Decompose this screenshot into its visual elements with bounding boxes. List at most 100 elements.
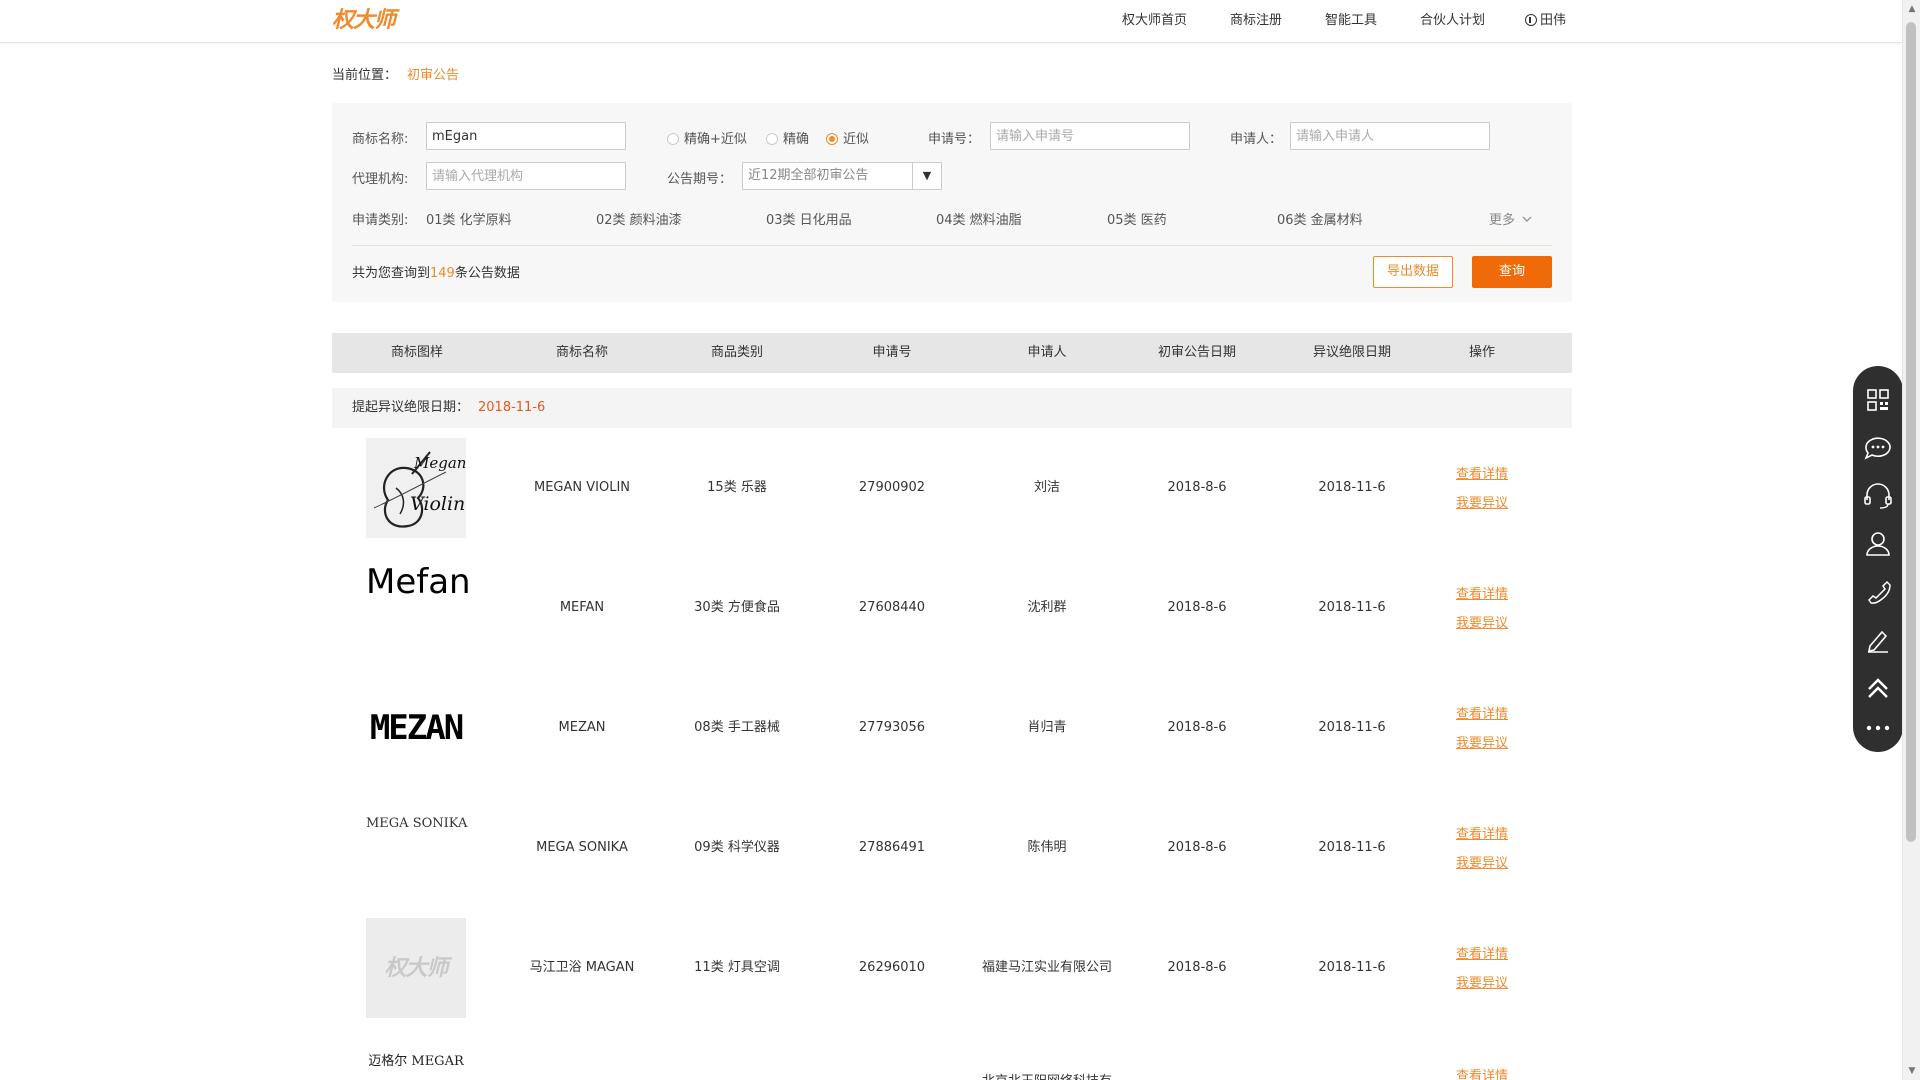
file-objection-link[interactable]: 我要异议	[1412, 972, 1552, 991]
class-option-03[interactable]: 03类 日化用品	[766, 209, 852, 228]
class-option-02[interactable]: 02类 颜料油漆	[596, 209, 682, 228]
chevron-down-icon	[1522, 216, 1532, 222]
chat-icon	[1864, 437, 1891, 460]
trademark-image: 权大师	[366, 918, 466, 1018]
cell-app-no: 27608440	[858, 600, 926, 615]
table-row: 权大师 马江卫浴 MAGAN 11类 灯具空调 26296010 福建马江实业有…	[332, 908, 1572, 1028]
issue-label: 公告期号：	[667, 172, 733, 187]
view-details-link[interactable]: 查看详情	[1412, 1065, 1552, 1080]
page-scrollbar[interactable]: ▲ ▼	[1902, 0, 1920, 1080]
file-objection-link[interactable]: 我要异议	[1412, 612, 1552, 631]
site-logo[interactable]: 权大师	[332, 6, 396, 34]
headset-icon	[1864, 483, 1892, 509]
col-pub-date: 初审公告日期	[1157, 345, 1236, 360]
trademark-mark-text: MEZAN	[369, 708, 464, 748]
cell-app-no: 27886491	[858, 840, 926, 855]
radio-selected-icon	[826, 133, 838, 145]
qrcode-button[interactable]	[1853, 380, 1903, 420]
col-category: 商品类别	[710, 345, 763, 360]
user-avatar-icon	[1525, 14, 1537, 26]
col-applicant: 申请人	[1027, 345, 1067, 360]
cell-category: 15类 乐器	[707, 480, 767, 495]
deadline-group-header: 提起异议绝限日期： 2018-11-6	[332, 388, 1572, 428]
cell-applicant: 肖归青	[1027, 720, 1067, 735]
nav-partner-plan[interactable]: 合伙人计划	[1420, 0, 1485, 42]
cell-applicant: 沈利群	[1027, 600, 1067, 615]
cell-applicant: 福建马江实业有限公司	[981, 960, 1112, 975]
trademark-image: MEZAN	[366, 678, 466, 778]
trademark-image: Mefan	[366, 558, 471, 658]
class-label: 申请类别:	[352, 213, 409, 228]
phone-button[interactable]	[1853, 572, 1903, 612]
query-button[interactable]: 查询	[1472, 256, 1552, 288]
breadcrumb-current[interactable]: 初审公告	[407, 68, 459, 83]
nav-home[interactable]: 权大师首页	[1122, 0, 1187, 42]
col-mark-image: 商标图样	[390, 345, 443, 360]
trademark-name-label: 商标名称:	[352, 132, 409, 147]
trademark-image: MEGA SONIKA	[366, 798, 467, 898]
radio-similar[interactable]: 近似	[826, 128, 869, 147]
file-objection-link[interactable]: 我要异议	[1412, 732, 1552, 751]
scrollbar-thumb[interactable]	[1906, 22, 1916, 842]
cell-mark-name: MEFAN	[559, 600, 605, 615]
trademark-mark-text: 迈格尔 MEGAR	[368, 1054, 464, 1069]
customer-service-button[interactable]	[1853, 476, 1903, 516]
more-icon	[1866, 725, 1890, 731]
cell-deadline: 2018-11-6	[1318, 720, 1386, 735]
row-actions: 查看详情 我要异议	[1412, 908, 1552, 1028]
view-details-link[interactable]: 查看详情	[1412, 583, 1552, 602]
applicant-input[interactable]	[1290, 122, 1490, 150]
class-option-04[interactable]: 04类 燃料油脂	[936, 209, 1022, 228]
view-details-link[interactable]: 查看详情	[1412, 463, 1552, 482]
panel-divider	[352, 245, 1552, 246]
view-details-link[interactable]: 查看详情	[1412, 823, 1552, 842]
view-details-link[interactable]: 查看详情	[1412, 703, 1552, 722]
file-objection-link[interactable]: 我要异议	[1412, 852, 1552, 871]
cell-mark-name: MEZAN	[558, 720, 606, 735]
agency-label: 代理机构:	[352, 172, 409, 187]
more-classes-toggle[interactable]: 更多	[1489, 209, 1532, 228]
user-menu[interactable]: 田伟	[1525, 0, 1566, 42]
table-row: MEZAN MEZAN 08类 手工器械 27793056 肖归青 2018-8…	[332, 668, 1572, 788]
trademark-image: 迈格尔 MEGAR	[366, 1050, 466, 1069]
dropdown-arrow-icon: ▼	[912, 163, 941, 189]
trademark-mark-text: MEGA SONIKA	[366, 816, 468, 831]
scroll-down-arrow-icon[interactable]: ▼	[1903, 1062, 1920, 1080]
app-no-label: 申请号：	[928, 132, 981, 147]
trademark-mark-text: Mefan	[366, 562, 471, 602]
floating-toolbar	[1853, 366, 1903, 752]
trademark-image: Megan Violin	[366, 438, 466, 538]
radio-exact-similar[interactable]: 精确+近似	[667, 128, 747, 147]
export-data-button[interactable]: 导出数据	[1373, 256, 1453, 288]
app-no-input[interactable]	[990, 122, 1190, 150]
class-option-06[interactable]: 06类 金属材料	[1277, 209, 1363, 228]
trademark-name-input[interactable]	[426, 122, 626, 150]
radio-icon	[667, 133, 679, 145]
radio-exact[interactable]: 精确	[766, 128, 809, 147]
file-objection-link[interactable]: 我要异议	[1412, 492, 1552, 511]
nav-smart-tools[interactable]: 智能工具	[1325, 0, 1377, 42]
more-options-button[interactable]	[1853, 708, 1903, 748]
feedback-button[interactable]	[1853, 620, 1903, 660]
phone-icon	[1868, 580, 1891, 604]
scroll-up-arrow-icon[interactable]: ▲	[1903, 0, 1920, 18]
user-center-button[interactable]	[1853, 524, 1903, 564]
class-option-05[interactable]: 05类 医药	[1107, 209, 1167, 228]
class-option-01[interactable]: 01类 化学原料	[426, 209, 512, 228]
search-filter-panel: 商标名称: 精确+近似 精确 近似 申请号： 申请人： 代理机构: 公告期号： …	[332, 103, 1572, 302]
cell-category: 11类 灯具空调	[694, 960, 780, 975]
nav-trademark-register[interactable]: 商标注册	[1230, 0, 1282, 42]
chat-button[interactable]	[1853, 428, 1903, 468]
back-to-top-icon	[1868, 678, 1888, 698]
issue-select[interactable]: 近12期全部初审公告 ▼	[742, 162, 942, 190]
svg-text:Megan: Megan	[413, 454, 466, 472]
row-actions: 查看详情 我要异议	[1412, 428, 1552, 548]
cell-mark-name: MEGA SONIKA	[536, 840, 628, 855]
agency-input[interactable]	[426, 162, 626, 190]
cell-deadline: 2018-11-6	[1318, 600, 1386, 615]
cell-deadline: 2018-11-6	[1318, 480, 1386, 495]
radio-icon	[766, 133, 778, 145]
back-to-top-button[interactable]	[1853, 668, 1903, 708]
violin-mark-image: Megan Violin	[373, 451, 466, 528]
view-details-link[interactable]: 查看详情	[1412, 943, 1552, 962]
